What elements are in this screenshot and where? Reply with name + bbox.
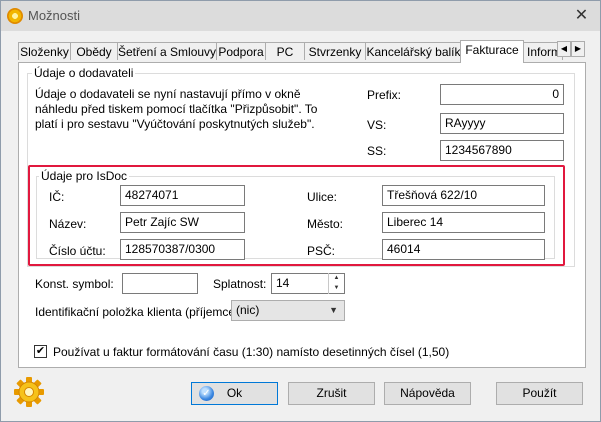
- prefix-label: Prefix:: [367, 88, 402, 102]
- tab-kancelarsky-balik[interactable]: Kancelářský balík: [365, 42, 462, 60]
- tab-slozenky[interactable]: Složenky: [18, 42, 71, 60]
- close-button[interactable]: ✕: [563, 1, 600, 31]
- window-title: Možnosti: [28, 8, 81, 23]
- cancel-button[interactable]: Zrušit: [288, 382, 375, 405]
- ss-label: SS:: [367, 144, 387, 158]
- tab-fakturace[interactable]: Fakturace: [460, 40, 524, 63]
- client-id-label: Identifikační položka klienta (příjemce)…: [35, 305, 243, 319]
- ic-label: IČ:: [49, 190, 65, 204]
- supplier-note: Údaje o dodavateli se nyní nastavují pří…: [35, 87, 318, 131]
- street-input[interactable]: Třešňová 622/10: [382, 185, 545, 206]
- vs-label: VS:: [367, 118, 387, 132]
- const-symbol-input[interactable]: [122, 273, 198, 294]
- tab-strip: Složenky Obědy Šetření a Smlouvy Podpora…: [18, 40, 586, 63]
- tab-scroll-right-icon[interactable]: ▶: [571, 41, 585, 57]
- tab-obedy[interactable]: Obědy: [70, 42, 118, 60]
- apply-button[interactable]: Použít: [496, 382, 583, 405]
- options-dialog: Možnosti ✕ Složenky Obědy Šetření a Smlo…: [0, 0, 601, 422]
- settings-gear-icon: [14, 377, 44, 407]
- name-input[interactable]: Petr Zajíc SW: [120, 212, 245, 233]
- name-label: Název:: [49, 217, 87, 231]
- tab-stvrzenky[interactable]: Stvrzenky: [304, 42, 366, 60]
- zip-label: PSČ:: [307, 244, 336, 258]
- street-label: Ulice:: [307, 190, 338, 204]
- help-button[interactable]: Nápověda: [384, 382, 471, 405]
- supplier-group-label: Údaje o dodavateli: [32, 66, 136, 80]
- vs-input[interactable]: RAyyyy: [440, 113, 564, 134]
- prefix-input[interactable]: 0: [440, 84, 564, 105]
- spin-down-icon[interactable]: ▼: [329, 283, 344, 293]
- const-symbol-label: Konst. symbol:: [35, 277, 114, 291]
- ok-check-icon: ✓: [199, 386, 214, 401]
- city-label: Město:: [307, 217, 344, 231]
- ok-button-label: Ok: [226, 386, 243, 400]
- title-bar: Možnosti ✕: [1, 1, 600, 31]
- ok-button[interactable]: ✓ Ok: [191, 382, 278, 405]
- isdoc-group-label: Údaje pro IsDoc: [39, 169, 130, 183]
- tab-podpora[interactable]: Podpora: [216, 42, 266, 60]
- ss-input[interactable]: 1234567890: [440, 140, 564, 161]
- client-id-select-value: (nic): [236, 303, 260, 317]
- account-label: Číslo účtu:: [49, 244, 106, 258]
- zip-input[interactable]: 46014: [382, 239, 545, 260]
- due-spinner[interactable]: ▲ ▼: [328, 273, 344, 294]
- chevron-down-icon: ▼: [329, 305, 338, 315]
- account-input[interactable]: 128570387/0300: [120, 239, 245, 260]
- client-id-select[interactable]: (nic) ▼: [231, 300, 345, 321]
- tab-scroll-left-icon[interactable]: ◀: [557, 41, 571, 57]
- time-format-checkbox[interactable]: ✔: [34, 345, 47, 358]
- due-label: Splatnost:: [213, 277, 267, 291]
- city-input[interactable]: Liberec 14: [382, 212, 545, 233]
- tab-pc[interactable]: PC: [265, 42, 305, 60]
- ic-input[interactable]: 48274071: [120, 185, 245, 206]
- tab-setreni-a-smlouvy[interactable]: Šetření a Smlouvy: [117, 42, 217, 60]
- app-icon: [7, 8, 23, 24]
- time-format-label: Používat u faktur formátování času (1:30…: [53, 345, 450, 359]
- spin-up-icon[interactable]: ▲: [329, 273, 344, 283]
